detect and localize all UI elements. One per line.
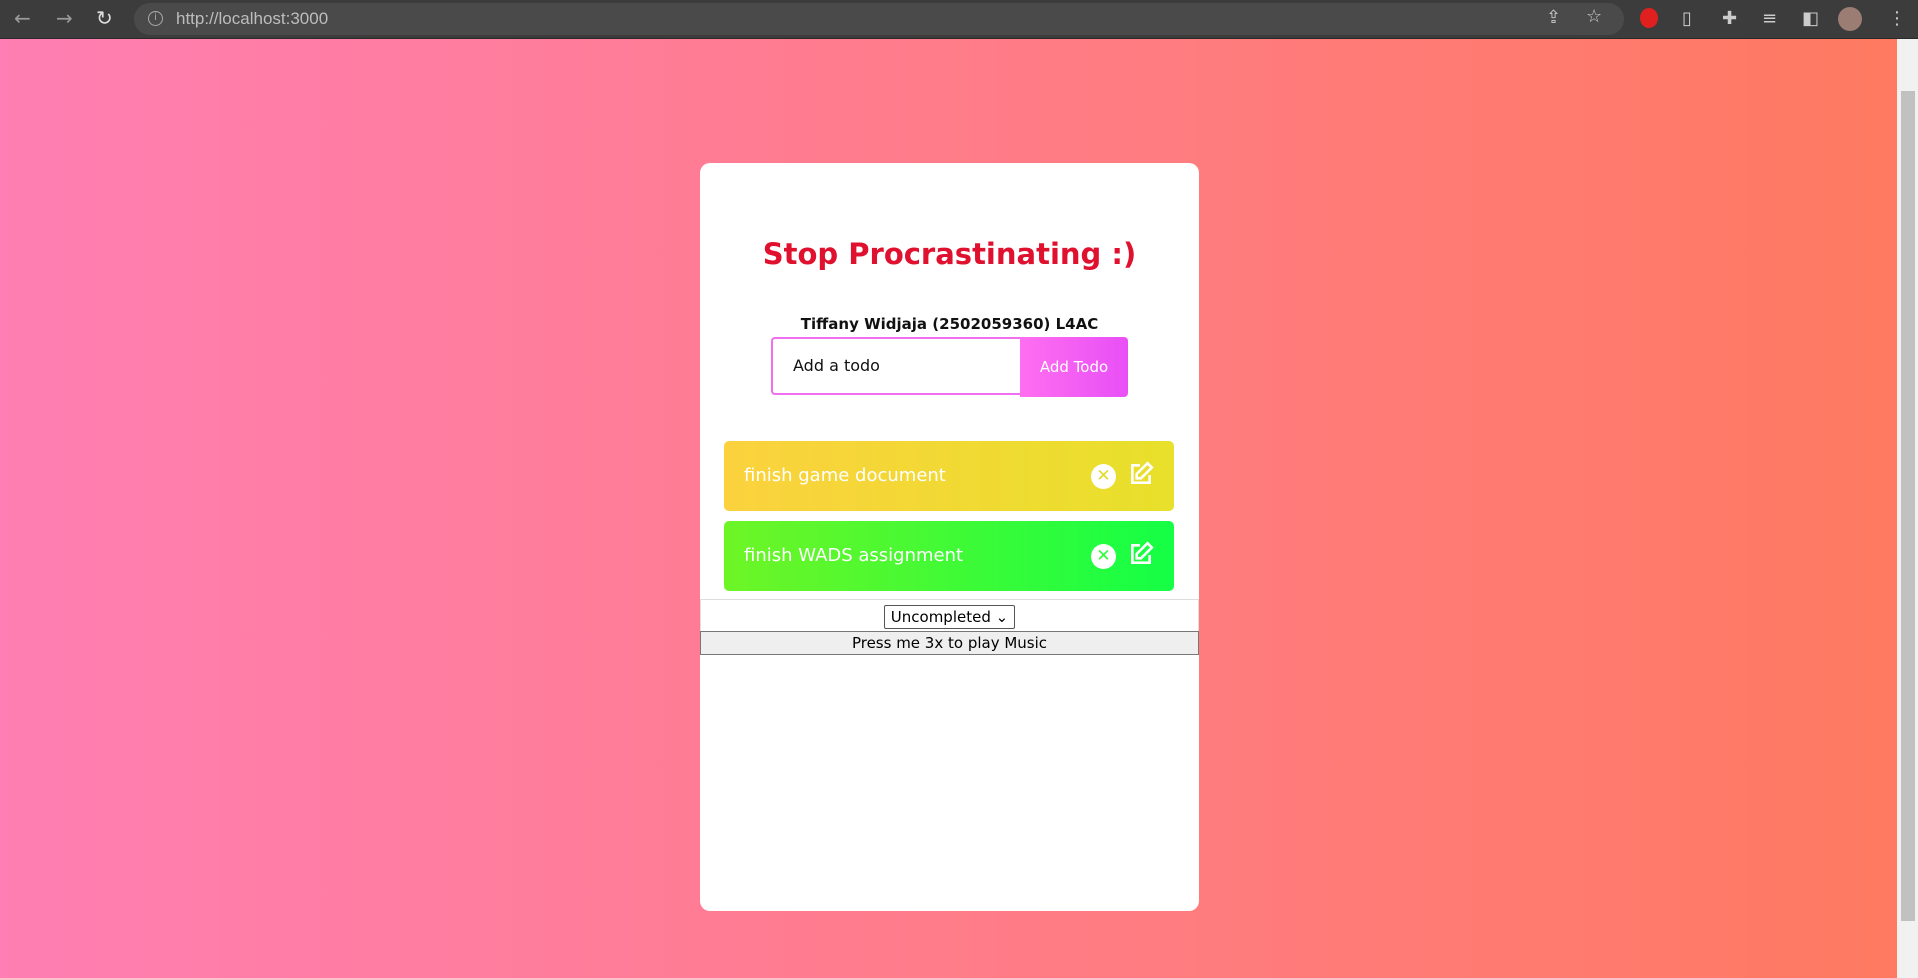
filter-container: Uncompleted ⌄ xyxy=(700,599,1199,633)
info-icon[interactable]: i xyxy=(148,11,163,26)
forward-icon[interactable]: → xyxy=(56,6,73,30)
bookmark-star-icon[interactable]: ☆ xyxy=(1586,6,1602,27)
url-text: http://localhost:3000 xyxy=(176,9,329,28)
back-icon[interactable]: ← xyxy=(14,6,31,30)
todo-text: finish WADS assignment xyxy=(744,545,964,566)
address-bar[interactable]: i http://localhost:3000 ⇪ ☆ xyxy=(134,3,1624,35)
chevron-down-icon: ⌄ xyxy=(995,608,1009,626)
clipboard-icon[interactable]: ▯ xyxy=(1682,8,1692,29)
todo-item: finish WADS assignment ✕ xyxy=(724,521,1174,591)
todo-item: finish game document ✕ xyxy=(724,441,1174,511)
todo-form: Add a todo Add Todo xyxy=(771,337,1128,397)
edit-icon[interactable] xyxy=(1128,461,1154,487)
page-title: Stop Procrastinating :) xyxy=(762,237,1137,271)
profile-avatar[interactable] xyxy=(1838,7,1862,31)
todo-input[interactable]: Add a todo xyxy=(771,337,1020,395)
add-todo-button[interactable]: Add Todo xyxy=(1020,337,1128,397)
edit-icon[interactable] xyxy=(1128,541,1154,567)
todo-text: finish game document xyxy=(744,465,946,486)
side-panel-icon[interactable]: ◧ xyxy=(1802,8,1819,29)
media-icon[interactable]: ≡ xyxy=(1762,8,1777,29)
browser-toolbar: ← → ↻ i http://localhost:3000 ⇪ ☆ ▯ ✚ ≡ … xyxy=(0,0,1918,39)
todo-card: Stop Procrastinating :) Tiffany Widjaja … xyxy=(700,163,1199,911)
scrollbar[interactable] xyxy=(1897,39,1918,978)
extensions-puzzle-icon[interactable]: ✚ xyxy=(1722,8,1737,29)
reload-icon[interactable]: ↻ xyxy=(96,6,113,30)
author-label: Tiffany Widjaja (2502059360) L4AC xyxy=(800,315,1099,333)
delete-icon[interactable]: ✕ xyxy=(1091,544,1116,569)
filter-select[interactable]: Uncompleted ⌄ xyxy=(883,605,1016,629)
play-music-button[interactable]: Press me 3x to play Music xyxy=(700,631,1199,655)
share-icon[interactable]: ⇪ xyxy=(1546,7,1561,28)
filter-selected-value: Uncompleted xyxy=(890,608,991,626)
scrollbar-thumb[interactable] xyxy=(1901,91,1915,921)
page-background: Stop Procrastinating :) Tiffany Widjaja … xyxy=(0,39,1897,978)
menu-kebab-icon[interactable]: ⋮ xyxy=(1888,8,1906,29)
extension-stop-icon[interactable] xyxy=(1640,8,1658,28)
delete-icon[interactable]: ✕ xyxy=(1091,464,1116,489)
